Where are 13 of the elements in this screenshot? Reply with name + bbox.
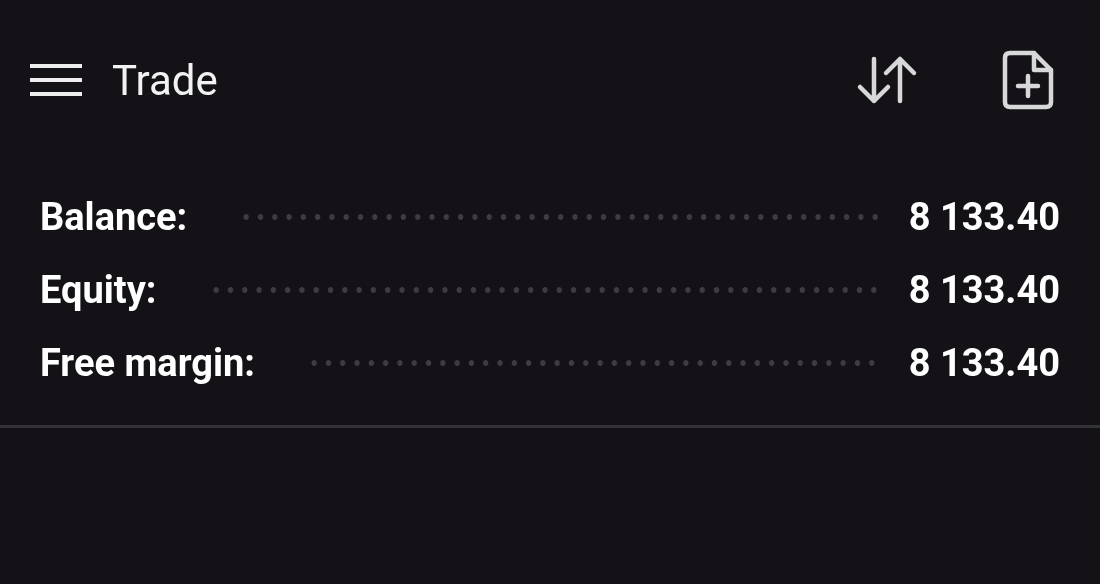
sort-button[interactable] [856,55,918,105]
menu-button[interactable] [30,62,82,98]
account-label: Free margin: [40,340,255,385]
account-label: Balance: [40,194,188,239]
sort-icon [856,55,918,105]
page-title: Trade [112,55,219,105]
new-document-icon [1002,50,1054,110]
account-value: 8 133.40 [908,267,1060,312]
account-label: Equity: [40,267,157,312]
account-value: 8 133.40 [908,194,1060,239]
account-value: 8 133.40 [908,340,1060,385]
menu-icon [30,62,82,98]
new-document-button[interactable] [1002,50,1054,110]
